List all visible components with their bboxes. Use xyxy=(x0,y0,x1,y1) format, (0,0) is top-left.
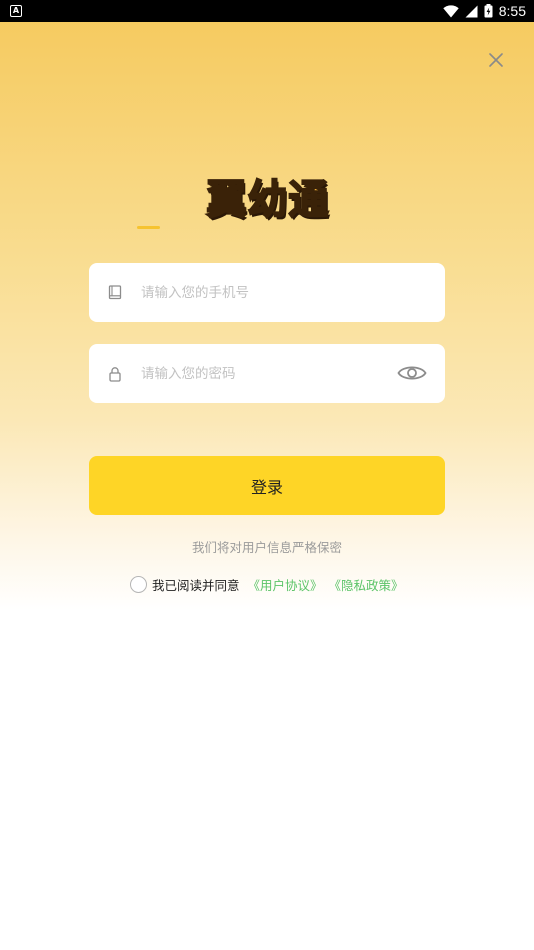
status-bar: A 8:55 xyxy=(0,0,534,22)
status-time: 8:55 xyxy=(498,3,526,19)
app-logo-text: 翼幼通 xyxy=(206,176,330,224)
wifi-icon xyxy=(443,4,459,17)
signal-icon xyxy=(465,5,478,17)
phone-book-icon xyxy=(107,285,123,301)
password-field xyxy=(89,344,445,403)
login-screen: A 8:55 翼幼通 请输入您的手机号 登录 我们将对用户信息严格保密 我已阅读… xyxy=(0,0,534,950)
notification-icon: A xyxy=(10,5,22,17)
agree-text: 我已阅读并同意 xyxy=(152,577,240,593)
privacy-policy-link[interactable]: 《隐私政策》 xyxy=(329,575,404,594)
battery-icon xyxy=(484,4,493,18)
eye-icon xyxy=(397,366,427,380)
agree-checkbox[interactable] xyxy=(130,575,147,593)
phone-field xyxy=(89,263,445,322)
lock-icon xyxy=(107,366,123,382)
close-button[interactable] xyxy=(484,48,508,72)
privacy-note: 我们将对用户信息严格保密 xyxy=(191,540,342,555)
password-visibility-toggle[interactable] xyxy=(396,360,428,386)
agreement-row: 我已阅读并同意 《用户协议》 《隐私政策》 xyxy=(130,574,404,594)
password-input[interactable] xyxy=(141,358,371,389)
user-agreement-link[interactable]: 《用户协议》 xyxy=(248,575,323,594)
close-icon xyxy=(489,53,503,67)
app-logo: 翼幼通 xyxy=(190,166,346,226)
logo-accent-dash xyxy=(137,226,160,229)
phone-input[interactable] xyxy=(141,277,371,308)
login-button[interactable]: 登录 xyxy=(89,456,445,515)
